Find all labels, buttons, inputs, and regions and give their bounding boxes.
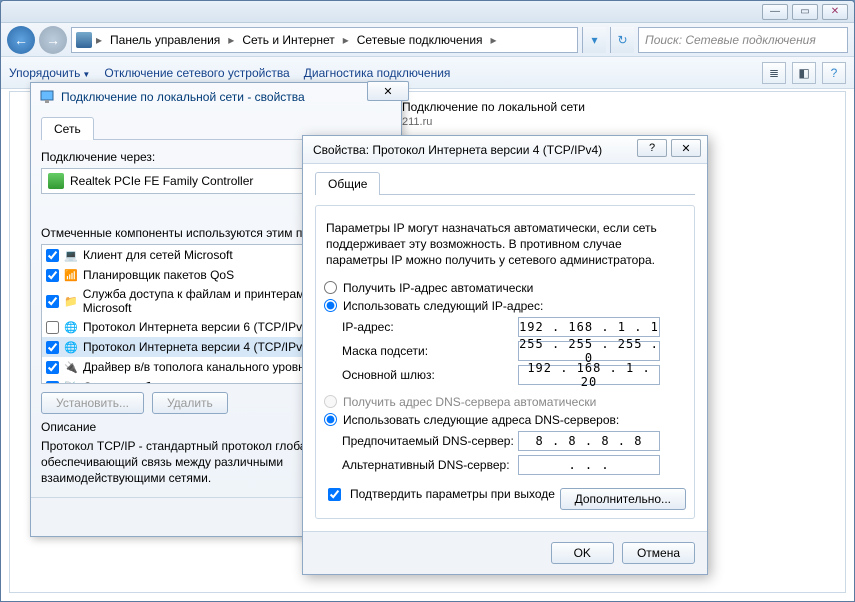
tab-strip: Общие — [315, 172, 695, 195]
address-bar[interactable]: ▸ Панель управления ▸ Сеть и Интернет ▸ … — [71, 27, 578, 53]
install-button[interactable]: Установить... — [41, 392, 144, 414]
nav-row: ← → ▸ Панель управления ▸ Сеть и Интерне… — [1, 23, 854, 57]
radio-ip-manual[interactable]: Использовать следующий IP-адрес: — [324, 299, 686, 313]
dialog-footer: OK Отмена — [303, 531, 707, 574]
settings-group: Параметры IP могут назначаться автоматич… — [315, 205, 695, 519]
address-icon — [76, 32, 92, 48]
component-checkbox[interactable] — [46, 321, 59, 334]
history-dropdown[interactable]: ▾ — [582, 27, 606, 53]
connection-name: Подключение по локальной сети — [402, 100, 833, 114]
responder-icon: 📡 — [63, 379, 79, 384]
back-button[interactable]: ← — [7, 26, 35, 54]
explorer-titlebar: — ▭ ✕ — [1, 1, 854, 23]
share-icon: 📁 — [63, 293, 79, 309]
nic-icon — [48, 173, 64, 189]
client-icon: 💻 — [63, 247, 79, 263]
forward-button[interactable]: → — [39, 26, 67, 54]
subnet-mask-label: Маска подсети: — [342, 344, 518, 358]
network-icon — [39, 89, 55, 105]
radio-input — [324, 395, 337, 408]
help-button[interactable]: ? — [637, 139, 667, 157]
preferred-dns-input[interactable]: 8 . 8 . 8 . 8 — [518, 431, 660, 451]
component-checkbox[interactable] — [46, 269, 59, 282]
dialog-title: Подключение по локальной сети - свойства — [61, 90, 305, 104]
organize-menu[interactable]: Упорядочить▼ — [9, 66, 90, 80]
component-checkbox[interactable] — [46, 361, 59, 374]
close-button[interactable]: ✕ — [367, 81, 409, 101]
close-button[interactable]: ✕ — [671, 139, 701, 157]
component-checkbox[interactable] — [46, 295, 59, 308]
uninstall-button[interactable]: Удалить — [152, 392, 228, 414]
dialog-titlebar: Свойства: Протокол Интернета версии 4 (T… — [303, 136, 707, 164]
disable-device-button[interactable]: Отключение сетевого устройства — [104, 66, 289, 80]
chevron-right-icon: ▸ — [96, 33, 102, 47]
tab-general[interactable]: Общие — [315, 172, 380, 195]
radio-input[interactable] — [324, 299, 337, 312]
chevron-right-icon: ▸ — [343, 33, 349, 47]
alternate-dns-input[interactable]: . . . — [518, 455, 660, 475]
component-checkbox[interactable] — [46, 381, 59, 385]
component-checkbox[interactable] — [46, 249, 59, 262]
tab-network[interactable]: Сеть — [41, 117, 94, 140]
radio-input[interactable] — [324, 413, 337, 426]
help-button[interactable]: ? — [822, 62, 846, 84]
breadcrumb-item[interactable]: Панель управления — [106, 33, 224, 47]
refresh-button[interactable]: ↻ — [610, 27, 634, 53]
radio-ip-auto[interactable]: Получить IP-адрес автоматически — [324, 281, 686, 295]
ok-button[interactable]: OK — [551, 542, 614, 564]
search-placeholder: Поиск: Сетевые подключения — [645, 33, 816, 47]
radio-input[interactable] — [324, 281, 337, 294]
protocol-icon: 🌐 — [63, 339, 79, 355]
cancel-button[interactable]: Отмена — [622, 542, 695, 564]
component-checkbox[interactable] — [46, 341, 59, 354]
close-button[interactable]: ✕ — [822, 4, 848, 20]
diagnose-button[interactable]: Диагностика подключения — [304, 66, 451, 80]
radio-dns-manual[interactable]: Использовать следующие адреса DNS-сервер… — [324, 413, 686, 427]
breadcrumb-item[interactable]: Сеть и Интернет — [238, 33, 338, 47]
adapter-name: Realtek PCIe FE Family Controller — [70, 174, 253, 188]
ipv4-properties-dialog: Свойства: Протокол Интернета версии 4 (T… — [302, 135, 708, 575]
alternate-dns-label: Альтернативный DNS-сервер: — [342, 458, 518, 472]
search-input[interactable]: Поиск: Сетевые подключения — [638, 27, 848, 53]
gateway-input[interactable]: 192 . 168 . 1 . 20 — [518, 365, 660, 385]
validate-checkbox[interactable] — [328, 488, 341, 501]
protocol-icon: 🌐 — [63, 319, 79, 335]
subnet-mask-input[interactable]: 255 . 255 . 255 . 0 — [518, 341, 660, 361]
ip-address-label: IP-адрес: — [342, 320, 518, 334]
info-text: Параметры IP могут назначаться автоматич… — [326, 220, 684, 269]
maximize-button[interactable]: ▭ — [792, 4, 818, 20]
dialog-title: Свойства: Протокол Интернета версии 4 (T… — [313, 143, 602, 157]
driver-icon: 🔌 — [63, 359, 79, 375]
qos-icon: 📶 — [63, 267, 79, 283]
ip-address-input[interactable]: 192 . 168 . 1 . 1 — [518, 317, 660, 337]
advanced-button[interactable]: Дополнительно... — [560, 488, 686, 510]
connection-domain: 211.ru — [402, 116, 833, 128]
breadcrumb-item[interactable]: Сетевые подключения — [353, 33, 487, 47]
chevron-right-icon: ▸ — [491, 33, 497, 47]
dialog-titlebar: Подключение по локальной сети - свойства… — [31, 83, 401, 111]
radio-dns-auto: Получить адрес DNS-сервера автоматически — [324, 395, 686, 409]
chevron-right-icon: ▸ — [228, 33, 234, 47]
gateway-label: Основной шлюз: — [342, 368, 518, 382]
preferred-dns-label: Предпочитаемый DNS-сервер: — [342, 434, 518, 448]
minimize-button[interactable]: — — [762, 4, 788, 20]
connection-item[interactable]: Подключение по локальной сети 211.ru — [390, 92, 845, 136]
view-button[interactable]: ≣ — [762, 62, 786, 84]
preview-pane-button[interactable]: ◧ — [792, 62, 816, 84]
